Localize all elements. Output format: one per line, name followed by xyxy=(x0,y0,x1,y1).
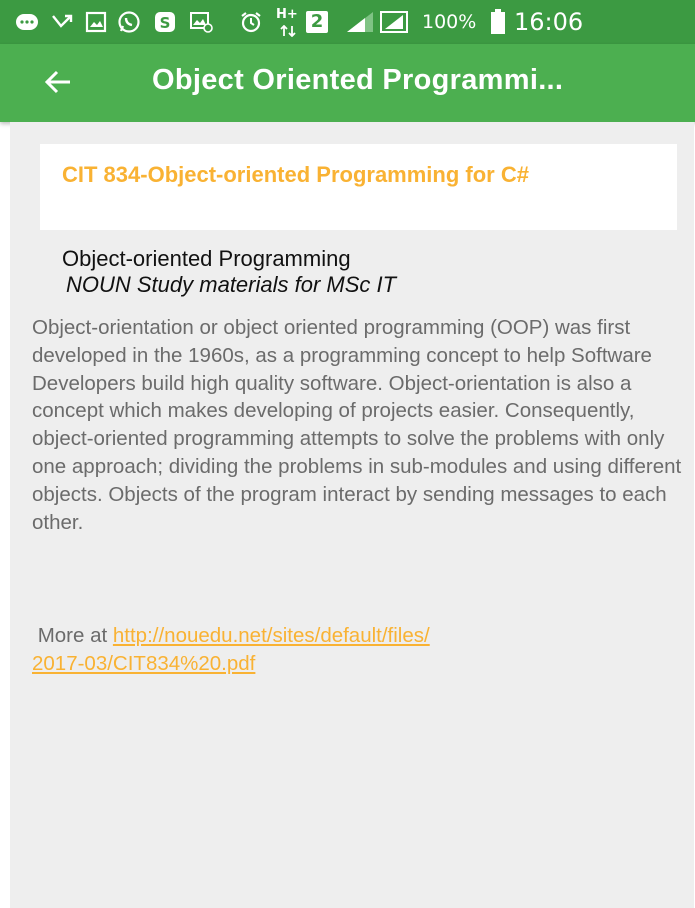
alarm-icon xyxy=(238,10,264,34)
signal-strength-icon xyxy=(344,10,376,34)
course-description: Object-orientation or object oriented pr… xyxy=(32,316,682,534)
more-info-prefix: More at xyxy=(32,624,113,647)
signal-strength-secondary-icon xyxy=(378,10,410,34)
course-subtitle-source: NOUN Study materials for MSc IT xyxy=(66,272,397,297)
skype-icon: S xyxy=(152,10,178,34)
pdf-link-part2: 2017-03/CIT834%20.pdf xyxy=(32,651,256,675)
sim-slot-label: 2 xyxy=(310,11,324,32)
more-info-line: More at http://nouedu.net/sites/default/… xyxy=(32,622,682,678)
battery-icon xyxy=(488,9,508,34)
screen: S H+ 2 100% 16:06 Object Oriented Progra… xyxy=(0,0,695,908)
data-arrows-icon xyxy=(278,24,298,38)
content-area: CIT 834-Object-oriented Programming for … xyxy=(10,122,694,908)
gallery-icon xyxy=(84,10,108,34)
message-notification-icon xyxy=(14,10,40,34)
arrow-left-icon xyxy=(44,70,72,98)
course-title-card: CIT 834-Object-oriented Programming for … xyxy=(40,144,677,230)
app-bar: Object Oriented Programmi... xyxy=(0,44,695,122)
back-button[interactable] xyxy=(38,68,78,100)
course-subtitle: Object-oriented Programming xyxy=(62,246,351,271)
course-title: CIT 834-Object-oriented Programming for … xyxy=(62,162,529,187)
page-title: Object Oriented Programmi... xyxy=(152,64,564,96)
status-bar: S H+ 2 100% 16:06 xyxy=(0,0,695,44)
pdf-link-part1: http://nouedu.net/sites/default/files/ xyxy=(112,624,430,647)
svg-text:S: S xyxy=(160,14,171,32)
missed-call-icon xyxy=(50,10,74,34)
email-attachment-icon xyxy=(188,10,214,34)
clock-time: 16:06 xyxy=(514,8,584,36)
whatsapp-icon xyxy=(116,10,142,34)
battery-percentage: 100% xyxy=(422,11,477,33)
